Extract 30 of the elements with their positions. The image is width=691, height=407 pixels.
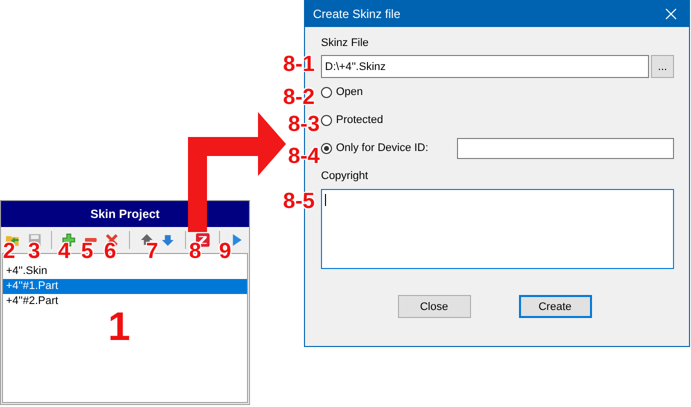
list-item[interactable]: +4''#2.Part [3, 294, 247, 309]
list-item[interactable]: +4''.Skin [3, 264, 247, 279]
callout-number: 2 [3, 240, 16, 262]
dialog-button[interactable]: Close [398, 295, 470, 318]
callout-number: 6 [104, 240, 116, 262]
file-path-field[interactable]: D:\+4''.Skinz [321, 55, 649, 78]
radio-button[interactable] [321, 86, 332, 98]
down-arrow-icon[interactable] [160, 232, 176, 248]
callout-number: 9 [219, 240, 232, 262]
radio-label[interactable]: Only for Device ID: [336, 142, 428, 154]
device-id-field[interactable] [457, 138, 674, 158]
callout-number: 5 [81, 240, 94, 262]
dialog-button[interactable]: Create [518, 295, 592, 318]
browse-button[interactable]: ... [651, 55, 674, 78]
radio-button[interactable] [321, 114, 332, 126]
dialog-title: Create Skinz file [313, 7, 400, 21]
callout-number: 4 [58, 240, 70, 262]
field-label: Copyright [321, 170, 370, 184]
copyright-field[interactable] [321, 189, 674, 269]
callout-number: 8 [189, 240, 202, 262]
panel-title: Skin Project [1, 201, 249, 227]
radio-label[interactable]: Open [336, 86, 363, 98]
close-icon[interactable] [665, 8, 677, 20]
callout-number: 1 [108, 307, 130, 347]
field-label: Skinz File [321, 37, 370, 51]
radio-label[interactable]: Protected [336, 114, 384, 126]
radio-button[interactable] [321, 142, 332, 154]
list-item[interactable]: +4''#1.Part [3, 279, 247, 294]
callout-number: 7 [146, 240, 158, 262]
callout-number: 3 [28, 240, 40, 262]
